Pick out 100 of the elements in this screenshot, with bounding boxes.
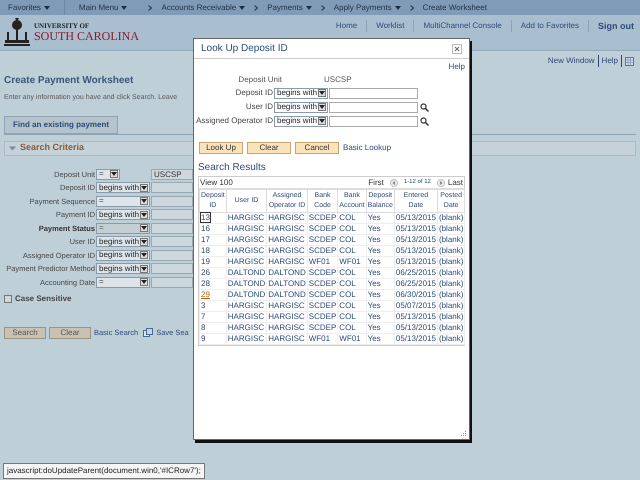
- search-tab[interactable]: Find an existing payment: [4, 116, 118, 134]
- next-icon[interactable]: [436, 178, 445, 186]
- menu-item[interactable]: Accounts Receivable: [157, 2, 250, 14]
- menu-item[interactable]: Favorites: [0, 2, 58, 14]
- input-field[interactable]: [329, 88, 418, 98]
- input-field[interactable]: [151, 222, 193, 234]
- operator-dropdown[interactable]: =: [96, 196, 150, 207]
- first-link[interactable]: First: [368, 176, 384, 188]
- result-link[interactable]: SCDEP: [308, 290, 336, 299]
- header-link[interactable]: Sign out: [589, 20, 634, 34]
- result-link[interactable]: 7: [201, 312, 206, 321]
- operator-dropdown[interactable]: =: [96, 276, 150, 288]
- input-field[interactable]: [329, 102, 418, 112]
- header-link[interactable]: MultiChannel Console: [414, 20, 512, 32]
- result-link[interactable]: SCDEP: [308, 323, 336, 332]
- toolbar-link[interactable]: New Window: [548, 55, 599, 67]
- search-form-button[interactable]: Clear: [49, 327, 91, 339]
- result-link[interactable]: SCDEP: [308, 246, 336, 255]
- grid-icon[interactable]: [625, 56, 634, 66]
- result-link[interactable]: 05/13/2015: [396, 334, 436, 343]
- result-link[interactable]: 05/13/2015: [396, 246, 436, 255]
- lookup-button[interactable]: Cancel: [295, 142, 339, 154]
- result-link[interactable]: DALTOND: [268, 279, 306, 288]
- result-link[interactable]: DALTOND: [228, 268, 266, 277]
- lookup-button[interactable]: Look Up: [199, 142, 243, 154]
- result-link[interactable]: SCDEP: [308, 213, 336, 222]
- input-field[interactable]: [151, 209, 193, 220]
- result-link[interactable]: (blank): [438, 312, 464, 321]
- menu-item[interactable]: Create Worksheet: [418, 2, 491, 14]
- result-link[interactable]: (blank): [438, 257, 464, 266]
- header-link[interactable]: Home: [326, 20, 368, 32]
- last-link[interactable]: Last: [448, 176, 463, 188]
- result-link[interactable]: 05/13/2015: [396, 235, 436, 244]
- result-link[interactable]: 9: [201, 334, 206, 343]
- result-link[interactable]: (blank): [438, 279, 464, 288]
- menu-item[interactable]: Payments: [263, 2, 316, 14]
- result-link[interactable]: SCDEP: [308, 235, 336, 244]
- result-link[interactable]: SCDEP: [308, 312, 336, 321]
- result-link[interactable]: DALTOND: [268, 268, 306, 277]
- result-link[interactable]: DALTOND: [228, 290, 266, 299]
- result-link[interactable]: 06/25/2015: [396, 268, 436, 277]
- operator-dropdown[interactable]: begins with: [96, 236, 150, 248]
- result-link[interactable]: SCDEP: [308, 279, 336, 288]
- results-title: Search Results: [197, 161, 267, 175]
- result-link[interactable]: SCDEP: [308, 268, 336, 277]
- result-link[interactable]: DALTOND: [228, 279, 266, 288]
- operator-dropdown[interactable]: begins with: [274, 116, 328, 126]
- input-field[interactable]: [151, 236, 193, 248]
- result-link[interactable]: (blank): [438, 334, 464, 343]
- result-link[interactable]: 05/13/2015: [396, 323, 436, 332]
- checkbox[interactable]: [4, 295, 12, 303]
- input-field[interactable]: [151, 196, 193, 207]
- result-link[interactable]: (blank): [438, 213, 464, 222]
- result-link[interactable]: 05/07/2015: [396, 301, 436, 310]
- previous-icon[interactable]: [390, 178, 398, 186]
- lookup-button[interactable]: Clear: [247, 142, 291, 154]
- result-link[interactable]: 06/30/2015: [396, 290, 436, 299]
- result-link[interactable]: 05/13/2015: [396, 213, 436, 222]
- result-link[interactable]: SCDEP: [308, 224, 336, 233]
- search-icon[interactable]: [420, 116, 429, 126]
- close-button[interactable]: [452, 44, 462, 54]
- search-form-button[interactable]: Search: [4, 327, 46, 339]
- view-all-link[interactable]: View 100: [200, 176, 233, 188]
- result-link[interactable]: (blank): [438, 235, 464, 244]
- result-link[interactable]: (blank): [438, 301, 464, 310]
- result-link[interactable]: 05/13/2015: [396, 312, 436, 321]
- input-field[interactable]: [151, 182, 193, 194]
- operator-dropdown[interactable]: =: [96, 168, 120, 180]
- result-link[interactable]: (blank): [438, 268, 464, 277]
- result-link[interactable]: (blank): [438, 224, 464, 233]
- operator-dropdown[interactable]: begins with: [96, 263, 150, 274]
- operator-dropdown[interactable]: begins with: [96, 209, 150, 220]
- search-icon[interactable]: [420, 102, 429, 112]
- result-link[interactable]: 05/13/2015: [396, 224, 436, 233]
- header-link[interactable]: Worklist: [367, 20, 414, 32]
- operator-dropdown[interactable]: begins with: [274, 88, 328, 98]
- menu-item[interactable]: Main Menu: [74, 2, 132, 14]
- result-link[interactable]: 8: [201, 323, 206, 332]
- result-link[interactable]: 06/25/2015: [396, 279, 436, 288]
- input-field[interactable]: USCSP: [151, 168, 193, 180]
- toolbar-link[interactable]: Help: [602, 55, 622, 67]
- input-field[interactable]: [151, 263, 193, 274]
- header-link[interactable]: Add to Favorites: [512, 20, 589, 32]
- result-link[interactable]: (blank): [438, 323, 464, 332]
- operator-dropdown[interactable]: begins with: [96, 182, 150, 194]
- input-field[interactable]: [329, 116, 418, 126]
- input-field[interactable]: [151, 276, 193, 288]
- input-field[interactable]: [151, 250, 193, 261]
- result-link[interactable]: 05/13/2015: [396, 257, 436, 266]
- result-link[interactable]: 3: [201, 301, 206, 310]
- basic-lookup-link[interactable]: Basic Lookup: [343, 142, 392, 154]
- save-search-icon[interactable]: [143, 328, 154, 338]
- menu-item[interactable]: Apply Payments: [330, 2, 405, 14]
- help-link[interactable]: Help: [448, 61, 465, 73]
- operator-dropdown[interactable]: begins with: [96, 250, 150, 261]
- result-link[interactable]: (blank): [438, 290, 464, 299]
- operator-dropdown[interactable]: begins with: [274, 102, 328, 112]
- result-link[interactable]: (blank): [438, 246, 464, 255]
- result-link[interactable]: SCDEP: [308, 301, 336, 310]
- result-link[interactable]: DALTOND: [268, 290, 306, 299]
